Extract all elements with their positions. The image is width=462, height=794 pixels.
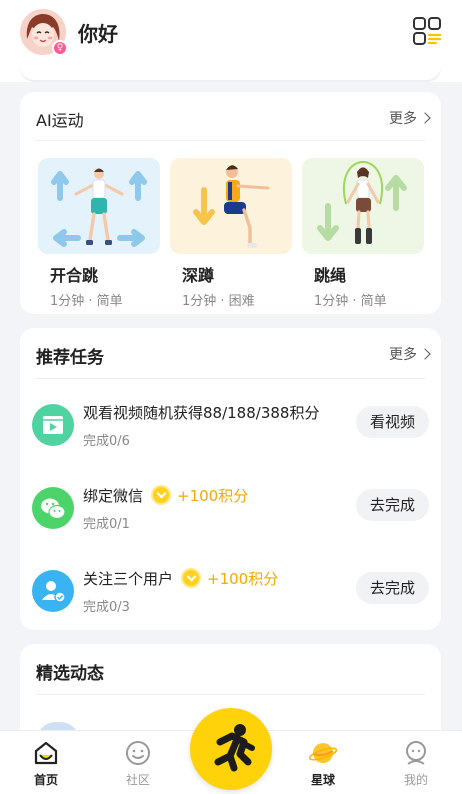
- jumping-jacks-illustration: [51, 168, 147, 247]
- sport-name: 开合跳: [50, 266, 99, 285]
- tab-profile[interactable]: 我的: [386, 739, 446, 788]
- tab-label: 我的: [403, 773, 428, 787]
- banner-card-bottom: [20, 58, 441, 80]
- task-title-line: 关注三个用户 +100积分: [83, 568, 278, 589]
- sport-meta: 1分钟 · 简单: [50, 294, 123, 309]
- follow-users-button[interactable]: 去完成: [355, 572, 429, 604]
- sport-meta: 1分钟 · 困难: [182, 294, 255, 309]
- tab-label: 星球: [310, 773, 335, 787]
- planet-icon: [309, 743, 337, 763]
- jump-rope-illustration: [317, 161, 407, 244]
- card-divider: [36, 378, 425, 379]
- tab-home[interactable]: 首页: [16, 739, 76, 788]
- wechat-icon: [32, 487, 74, 529]
- sport-name: 深蹲: [182, 266, 215, 285]
- task-title: 观看视频随机获得88/188/388积分: [83, 404, 320, 422]
- task-reward: +100积分: [177, 487, 249, 505]
- more-label: 更多: [389, 347, 417, 363]
- video-icon: [32, 404, 74, 446]
- tasks-title: 推荐任务: [36, 348, 104, 368]
- task-row-follow-users: 关注三个用户 +100积分 完成0/3 去完成: [20, 566, 441, 626]
- sport-item-jumping-jacks[interactable]: 开合跳 1分钟 · 简单: [38, 158, 160, 309]
- sport-item-jump-rope[interactable]: 跳绳 1分钟 · 简单: [302, 158, 424, 309]
- task-progress: 完成0/3: [83, 600, 130, 615]
- coin-icon: [181, 568, 202, 588]
- tasks-more-link[interactable]: 更多: [389, 344, 431, 364]
- ai-sports-more-link[interactable]: 更多: [389, 108, 431, 128]
- home-icon: [34, 741, 58, 765]
- task-progress: 完成0/1: [83, 517, 130, 532]
- tab-planet[interactable]: 星球: [293, 739, 353, 788]
- female-badge-icon: ♀: [52, 40, 68, 56]
- task-progress: 完成0/6: [83, 434, 130, 449]
- jump-rope-image: [302, 158, 424, 254]
- task-reward: +100积分: [207, 570, 279, 588]
- jumping-jacks-image: [38, 158, 160, 254]
- app-grid-icon[interactable]: [412, 16, 442, 46]
- tab-label: 社区: [125, 773, 150, 787]
- profile-icon: [406, 741, 426, 765]
- start-workout-button[interactable]: [190, 708, 272, 790]
- ai-sports-title: AI运动: [36, 111, 84, 130]
- task-row-bind-wechat: 绑定微信 +100积分 完成0/1 去完成: [20, 483, 441, 543]
- tab-label: 首页: [33, 773, 58, 787]
- sport-name: 跳绳: [314, 266, 347, 285]
- chevron-right-icon: [419, 348, 431, 360]
- community-icon: [126, 741, 150, 765]
- task-row-watch-video: 观看视频随机获得88/188/388积分 完成0/6 看视频: [20, 400, 441, 460]
- more-label: 更多: [389, 111, 417, 127]
- squat-illustration: [193, 165, 270, 248]
- running-man-icon: [214, 724, 255, 772]
- greeting-text: 你好: [78, 22, 118, 46]
- recommended-tasks-card: 推荐任务 更多 观看视频随机获得88/188/388积分 完成0/6 看视频 绑…: [20, 328, 441, 630]
- chevron-right-icon: [419, 112, 431, 124]
- bind-wechat-button[interactable]: 去完成: [355, 489, 429, 521]
- tab-community[interactable]: 社区: [108, 739, 168, 788]
- card-divider: [36, 694, 425, 695]
- feed-title: 精选动态: [36, 664, 104, 684]
- sport-meta: 1分钟 · 简单: [314, 294, 387, 309]
- coin-icon: [151, 485, 172, 505]
- task-title: 关注三个用户: [83, 570, 174, 588]
- watch-video-button[interactable]: 看视频: [355, 406, 429, 438]
- ai-sports-card: AI运动 更多 开合跳 1分钟 · 简单 深蹲 1分钟 · 困难 跳绳 1分钟 …: [20, 92, 441, 314]
- task-title-line: 绑定微信 +100积分: [83, 485, 248, 506]
- squat-image: [170, 158, 292, 254]
- user-follow-icon: [32, 570, 74, 612]
- sport-item-squat[interactable]: 深蹲 1分钟 · 困难: [170, 158, 292, 309]
- card-divider: [36, 140, 425, 141]
- task-title: 绑定微信: [83, 487, 144, 505]
